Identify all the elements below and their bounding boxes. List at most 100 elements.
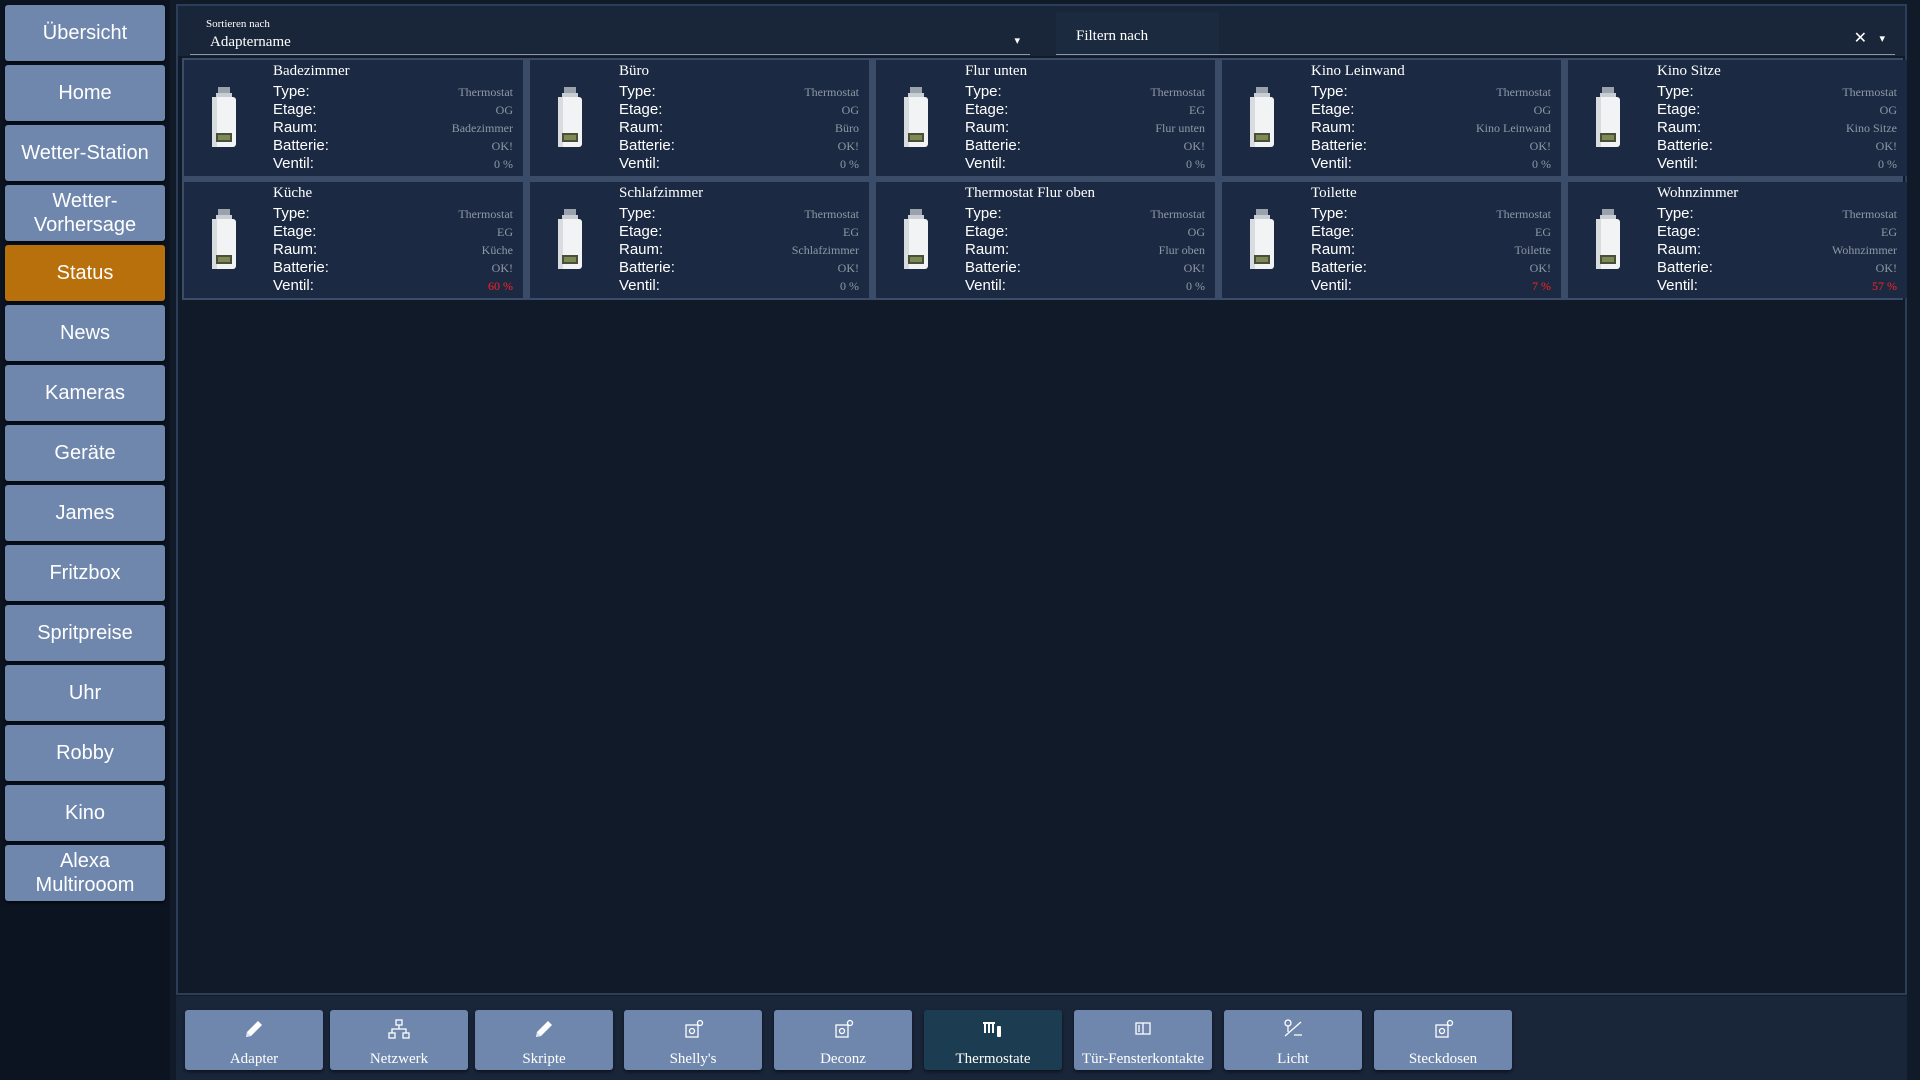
window-icon xyxy=(1074,1016,1212,1042)
category-button-steckdosen[interactable]: Steckdosen xyxy=(1374,1010,1512,1070)
property-row-batterie: Batterie: OK! xyxy=(619,137,859,155)
property-row-raum: Raum: Schlafzimmer xyxy=(619,241,859,259)
property-value: EG xyxy=(1881,225,1897,239)
category-button-skripte[interactable]: Skripte xyxy=(475,1010,613,1070)
sidebar-item-label: Alexa Multirooom xyxy=(35,850,135,896)
filter-input[interactable] xyxy=(1222,14,1826,54)
device-grid: Badezimmer Type: Thermostat Etage: OG Raum: Ba… xyxy=(182,58,1907,300)
device-card[interactable]: Kino Sitze Type: Thermostat Etage: OG Raum: Ki… xyxy=(1568,60,1907,176)
sidebar-item-uhr[interactable]: Uhr xyxy=(5,665,165,721)
device-name: Küche xyxy=(273,185,313,201)
thermostat-icon xyxy=(1595,87,1621,149)
sidebar-item-alexa-multirooom[interactable]: Alexa Multirooom xyxy=(5,845,165,901)
sidebar-item-kameras[interactable]: Kameras xyxy=(5,365,165,421)
property-row-type: Type: Thermostat xyxy=(1311,205,1551,223)
property-row-batterie: Batterie: OK! xyxy=(1657,259,1897,277)
property-value: Thermostat xyxy=(458,207,513,221)
device-card[interactable]: Küche Type: Thermostat Etage: EG Raum: Küche Ba… xyxy=(184,182,523,298)
device-name: Kino Sitze xyxy=(1657,63,1721,79)
device-card[interactable]: Toilette Type: Thermostat Etage: EG Raum: Toil… xyxy=(1222,182,1561,298)
device-card[interactable]: Badezimmer Type: Thermostat Etage: OG Raum: Ba… xyxy=(184,60,523,176)
property-label: Etage: xyxy=(1311,223,1355,240)
sidebar: Übersicht Home Wetter-Station Wetter- Vorhe… xyxy=(0,0,170,1080)
device-card[interactable]: Büro Type: Thermostat Etage: OG Raum: Büro Batt… xyxy=(530,60,869,176)
network-icon xyxy=(330,1016,468,1042)
property-row-batterie: Batterie: OK! xyxy=(273,259,513,277)
category-button-netzwerk[interactable]: Netzwerk xyxy=(330,1010,468,1070)
sidebar-item-wetter-station[interactable]: Wetter-Station xyxy=(5,125,165,181)
category-button-label: Thermostate xyxy=(955,1051,1031,1067)
property-row-ventil: Ventil: 0 % xyxy=(1311,155,1551,173)
sidebar-item-fritzbox[interactable]: Fritzbox xyxy=(5,545,165,601)
property-label: Etage: xyxy=(619,101,663,118)
device-card[interactable]: Kino Leinwand Type: Thermostat Etage: OG Raum… xyxy=(1222,60,1561,176)
property-row-ventil: Ventil: 0 % xyxy=(619,155,859,173)
sidebar-item-wetter-vorhersage[interactable]: Wetter- Vorhersage xyxy=(5,185,165,241)
property-label: Raum: xyxy=(965,119,1010,136)
sidebar-item-spritpreise[interactable]: Spritpreise xyxy=(5,605,165,661)
category-button-deconz[interactable]: Deconz xyxy=(774,1010,912,1070)
property-value: OK! xyxy=(1529,261,1551,275)
sidebar-item-übersicht[interactable]: Übersicht xyxy=(5,5,165,61)
property-row-type: Type: Thermostat xyxy=(965,83,1205,101)
sidebar-item-label: Spritpreise xyxy=(37,622,133,644)
property-value: 7 % xyxy=(1532,279,1551,293)
filter-select: Filtern nach ✕ ▾ xyxy=(1056,12,1895,55)
sort-select[interactable]: Sortieren nach Adaptername ▾ xyxy=(190,12,1030,55)
property-value: Thermostat xyxy=(1496,207,1551,221)
category-bar: Adapter Netzwerk Skripte Shelly's Deconz Ther… xyxy=(176,996,1907,1080)
thermostat-icon xyxy=(557,209,583,271)
close-icon[interactable]: ✕ xyxy=(1854,28,1867,48)
device-properties: Type: Thermostat Etage: OG Raum: Badezimmer Ba… xyxy=(273,83,513,173)
property-label: Type: xyxy=(1657,205,1694,222)
property-row-raum: Raum: Flur oben xyxy=(965,241,1205,259)
sidebar-item-geräte[interactable]: Geräte xyxy=(5,425,165,481)
sidebar-item-robby[interactable]: Robby xyxy=(5,725,165,781)
device-name: Toilette xyxy=(1311,185,1357,201)
device-properties: Type: Thermostat Etage: EG Raum: Toilette Batt… xyxy=(1311,205,1551,295)
property-label: Ventil: xyxy=(1657,155,1698,172)
chevron-down-icon[interactable]: ▾ xyxy=(1014,34,1020,47)
sidebar-item-kino[interactable]: Kino xyxy=(5,785,165,841)
property-label: Etage: xyxy=(965,223,1009,240)
property-value: 0 % xyxy=(840,157,859,171)
category-button-label: Licht xyxy=(1277,1051,1309,1067)
sidebar-item-news[interactable]: News xyxy=(5,305,165,361)
category-button-label: Adapter xyxy=(229,1051,279,1067)
device-name: Flur unten xyxy=(965,63,1028,79)
thermostat-icon xyxy=(1595,209,1621,271)
category-button-shelly-s[interactable]: Shelly's xyxy=(624,1010,762,1070)
category-button-thermostate[interactable]: Thermostate xyxy=(924,1010,1062,1070)
device-card[interactable]: Flur unten Type: Thermostat Etage: EG Raum: Fl… xyxy=(876,60,1215,176)
property-label: Batterie: xyxy=(1311,137,1367,154)
chevron-down-icon[interactable]: ▾ xyxy=(1879,32,1885,45)
sidebar-item-label: Wetter-Station xyxy=(21,142,149,164)
thermostat-icon xyxy=(1249,209,1275,271)
property-label: Etage: xyxy=(1657,223,1701,240)
sidebar-item-label: Kino xyxy=(64,802,106,824)
property-value: 0 % xyxy=(1186,279,1205,293)
property-value: OG xyxy=(1533,103,1551,117)
property-label: Raum: xyxy=(273,119,318,136)
device-card[interactable]: Wohnzimmer Type: Thermostat Etage: EG Raum: Wo… xyxy=(1568,182,1907,298)
category-button-tür-fensterkontakte[interactable]: Tür-Fensterkontakte xyxy=(1074,1010,1212,1070)
category-button-adapter[interactable]: Adapter xyxy=(185,1010,323,1070)
property-value: Kino Sitze xyxy=(1846,121,1897,135)
property-label: Raum: xyxy=(965,241,1010,258)
sidebar-item-status[interactable]: Status xyxy=(5,245,165,301)
property-value: Thermostat xyxy=(458,85,513,99)
device-card[interactable]: Thermostat Flur oben Type: Thermostat Etage… xyxy=(876,182,1215,298)
sidebar-item-label: James xyxy=(55,502,115,524)
property-row-raum: Raum: Büro xyxy=(619,119,859,137)
property-value: Thermostat xyxy=(1842,85,1897,99)
sidebar-item-james[interactable]: James xyxy=(5,485,165,541)
sidebar-item-home[interactable]: Home xyxy=(5,65,165,121)
category-button-licht[interactable]: Licht xyxy=(1224,1010,1362,1070)
device-card[interactable]: Schlafzimmer Type: Thermostat Etage: EG Raum:… xyxy=(530,182,869,298)
property-row-raum: Raum: Wohnzimmer xyxy=(1657,241,1897,259)
property-value: OK! xyxy=(837,139,859,153)
property-row-raum: Raum: Kino Sitze xyxy=(1657,119,1897,137)
property-label: Type: xyxy=(273,205,310,222)
property-row-type: Type: Thermostat xyxy=(619,205,859,223)
property-row-raum: Raum: Flur unten xyxy=(965,119,1205,137)
